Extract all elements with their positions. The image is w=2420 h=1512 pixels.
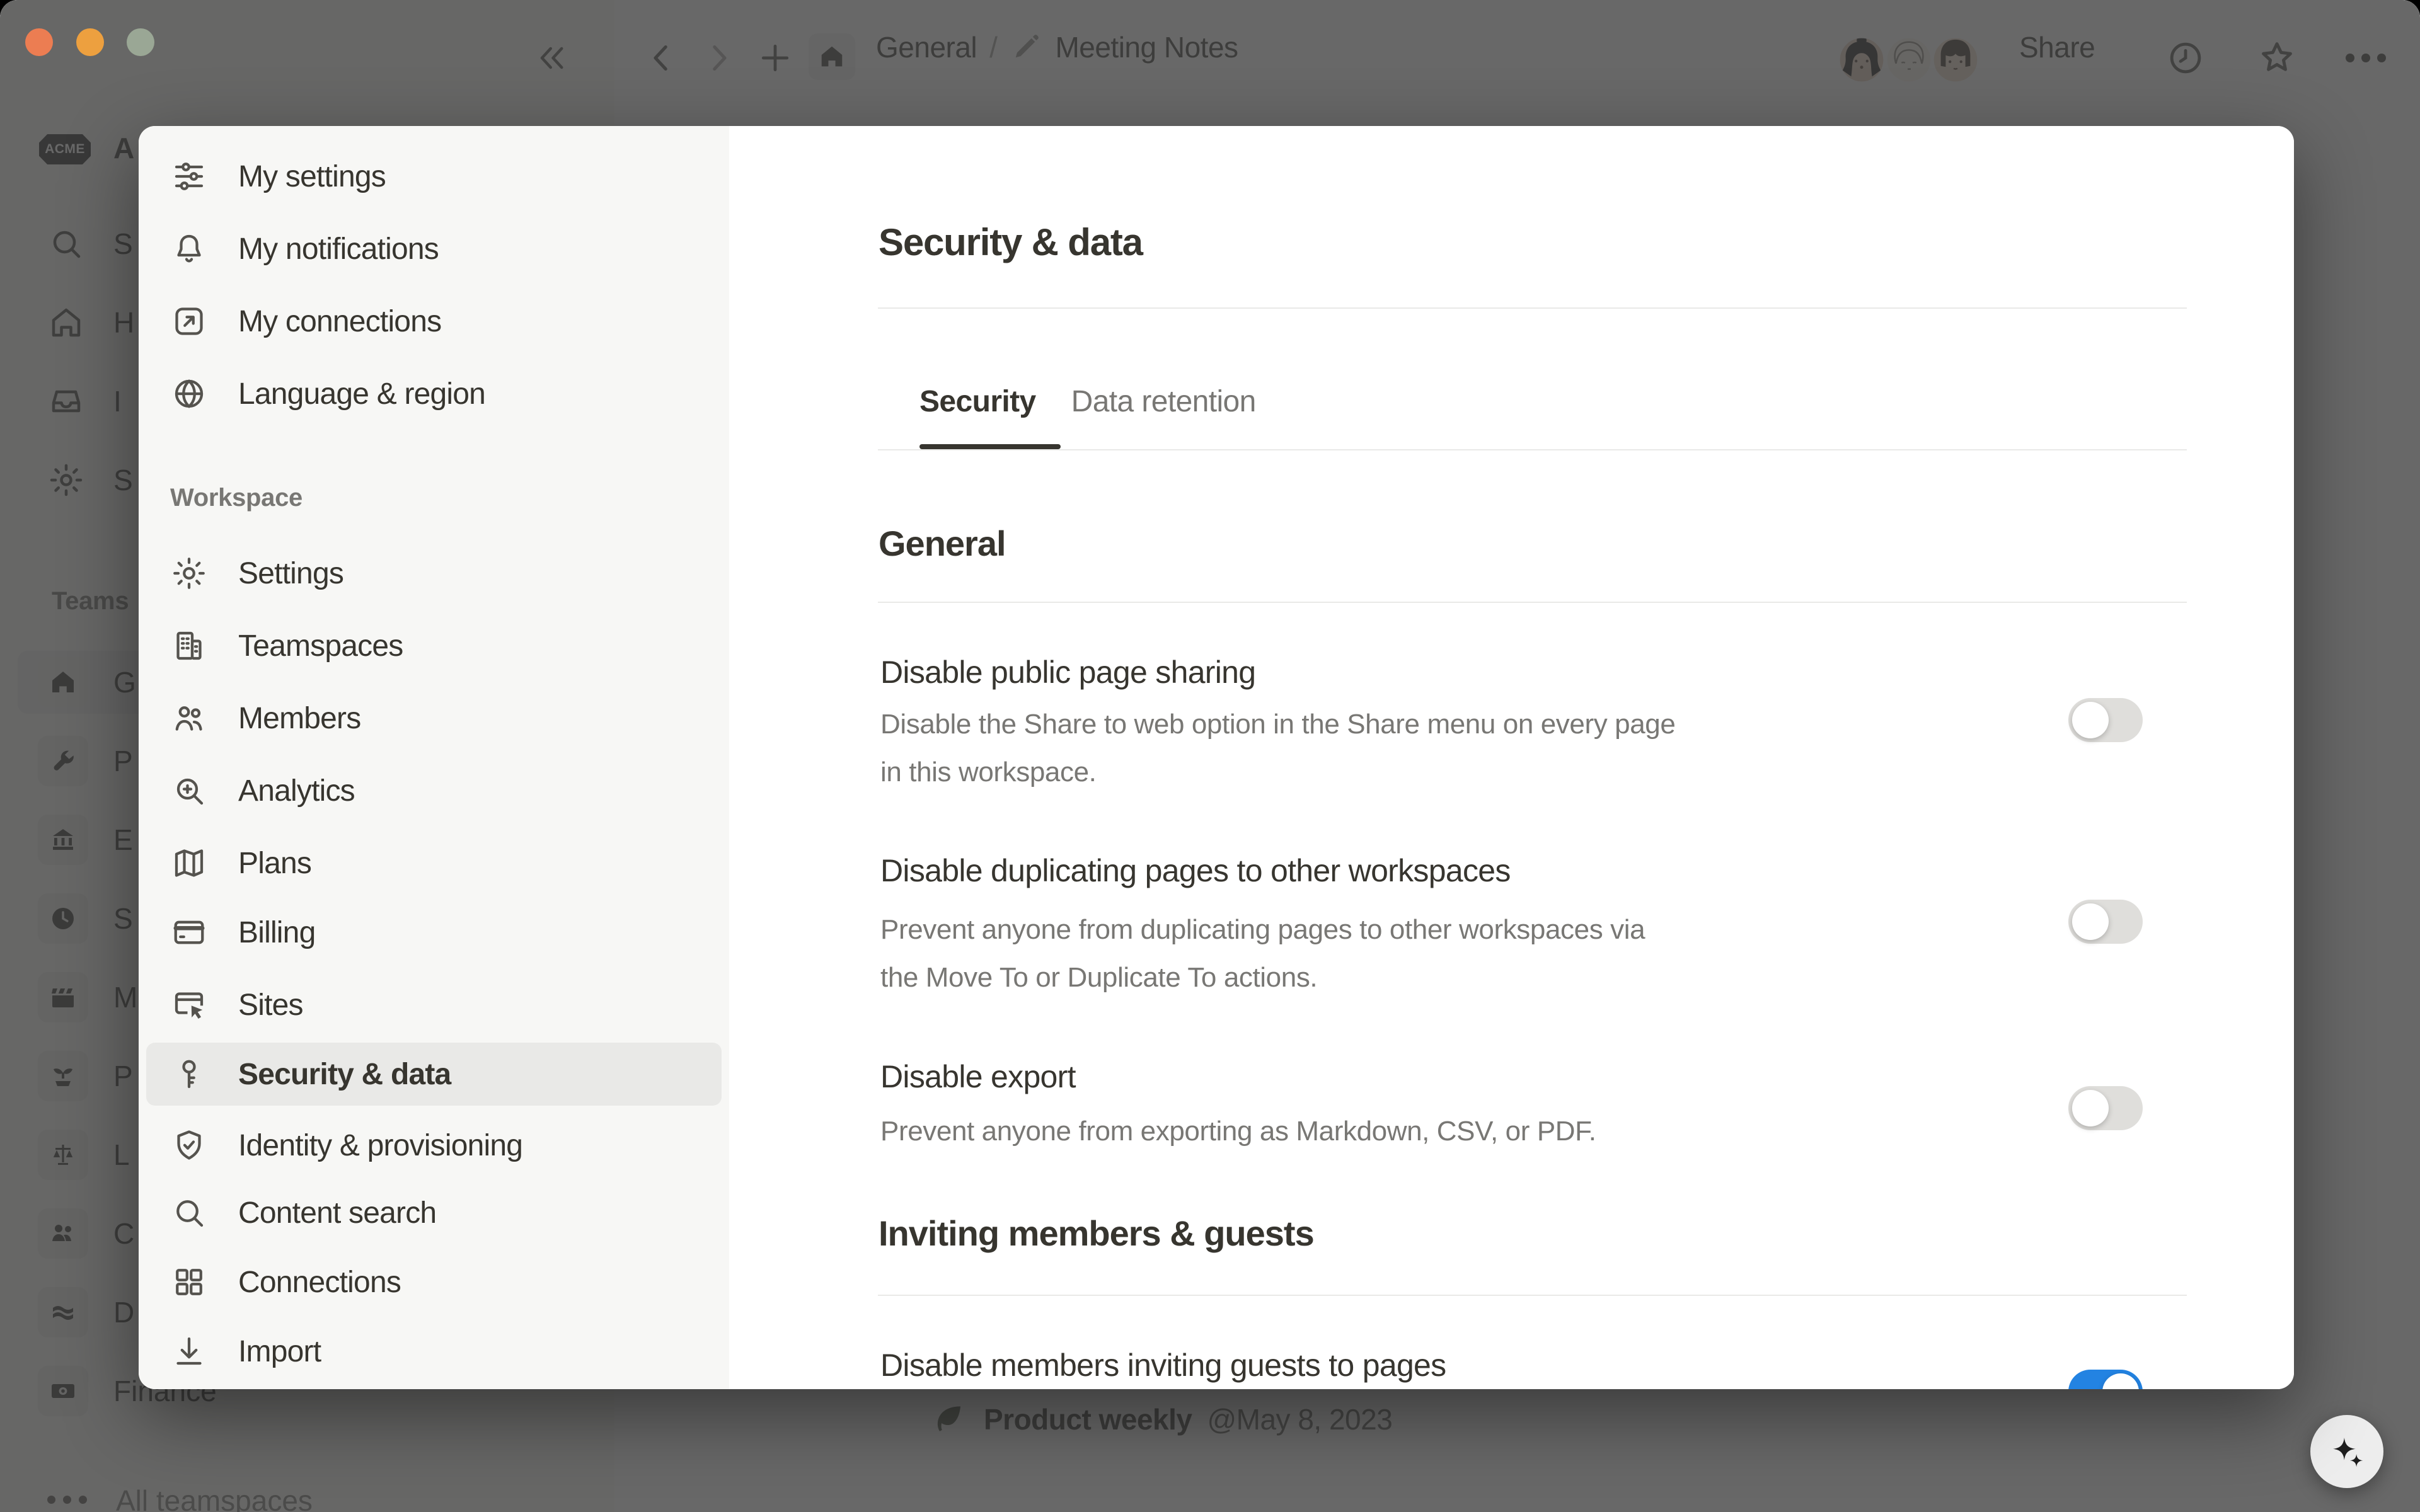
settings-nav-language-region[interactable]: Language & region: [146, 362, 722, 425]
zoom-window-button[interactable]: [127, 28, 154, 56]
settings-nav-billing[interactable]: Billing: [146, 901, 722, 964]
tab-data-retention[interactable]: Data retention: [1071, 384, 1256, 419]
divider: [878, 1295, 2187, 1296]
settings-nav-my-settings[interactable]: My settings: [146, 145, 722, 208]
active-tab-underline: [919, 444, 1061, 449]
toggle-disable-members-inviting-guests[interactable]: [2068, 1370, 2143, 1389]
shield-check-icon: [170, 1126, 208, 1164]
grid-icon: [170, 1263, 208, 1301]
settings-nav-connections[interactable]: Connections: [146, 1251, 722, 1314]
settings-nav-content-search[interactable]: Content search: [146, 1181, 722, 1244]
divider: [878, 602, 2187, 603]
settings-nav-teamspaces[interactable]: Teamspaces: [146, 614, 722, 677]
section-heading-general: General: [879, 523, 1006, 564]
toggle-disable-public-page-sharing[interactable]: [2068, 698, 2143, 742]
magnifier-plus-icon: [170, 772, 208, 810]
close-window-button[interactable]: [25, 28, 53, 56]
setting-title: Disable duplicating pages to other works…: [880, 852, 1511, 889]
settings-nav-analytics[interactable]: Analytics: [146, 759, 722, 822]
notion-ai-button[interactable]: [2310, 1415, 2383, 1488]
settings-nav-security-data[interactable]: Security & data: [146, 1043, 722, 1106]
building-icon: [170, 627, 208, 665]
settings-nav-members[interactable]: Members: [146, 687, 722, 750]
setting-description: Disable the Share to web option in the S…: [880, 701, 1675, 796]
setting-description: Prevent anyone from duplicating pages to…: [880, 906, 1645, 1002]
people-icon: [170, 699, 208, 737]
settings-nav-import[interactable]: Import: [146, 1320, 722, 1383]
settings-tabs: Security Data retention: [919, 384, 1256, 419]
map-icon: [170, 844, 208, 882]
divider: [878, 449, 2187, 450]
settings-nav-sites[interactable]: Sites: [146, 973, 722, 1036]
globe-icon: [170, 375, 208, 413]
arrow-up-right-square-icon: [170, 302, 208, 340]
setting-title: Disable public page sharing: [880, 654, 1255, 690]
settings-nav-my-notifications[interactable]: My notifications: [146, 217, 722, 280]
settings-nav-my-connections[interactable]: My connections: [146, 290, 722, 353]
workspace-section-header: Workspace: [170, 484, 302, 512]
settings-nav-plans[interactable]: Plans: [146, 832, 722, 895]
sparkle-icon: [2326, 1431, 2368, 1472]
gear-icon: [170, 554, 208, 592]
setting-description: Prevent anyone from exporting as Markdow…: [880, 1108, 1596, 1155]
settings-page-title: Security & data: [879, 220, 1143, 264]
search-icon: [170, 1194, 208, 1232]
sliders-icon: [170, 158, 208, 195]
notion-window: ACME A S H I S Teams G P: [0, 0, 2420, 1512]
settings-modal: My settings My notifications My connecti…: [139, 126, 2294, 1389]
settings-content: Security & data Security Data retention …: [729, 126, 2294, 1389]
credit-card-icon: [170, 914, 208, 951]
tab-security[interactable]: Security: [919, 384, 1036, 419]
divider: [878, 307, 2187, 309]
key-icon: [170, 1055, 208, 1093]
bell-icon: [170, 230, 208, 268]
setting-title: Disable export: [880, 1058, 1076, 1095]
download-icon: [170, 1332, 208, 1370]
setting-title: Disable members inviting guests to pages: [880, 1347, 1446, 1383]
settings-nav-settings[interactable]: Settings: [146, 542, 722, 605]
minimize-window-button[interactable]: [76, 28, 104, 56]
toggle-disable-export[interactable]: [2068, 1086, 2143, 1130]
section-heading-inviting: Inviting members & guests: [879, 1213, 1314, 1254]
settings-nav-identity-provisioning[interactable]: Identity & provisioning: [146, 1114, 722, 1177]
settings-sidebar: My settings My notifications My connecti…: [139, 126, 729, 1389]
toggle-disable-duplicating-pages[interactable]: [2068, 900, 2143, 944]
browser-cursor-icon: [170, 986, 208, 1024]
